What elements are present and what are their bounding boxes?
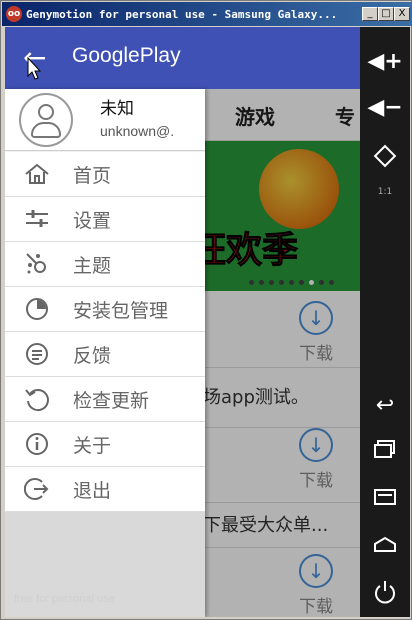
drawer-item-label: 退出 (73, 479, 112, 502)
volume-up-icon[interactable]: ◀+ (360, 49, 410, 74)
feedback-icon (19, 332, 55, 377)
app-toolbar-top: ← GooglePlay (5, 27, 360, 89)
mouse-cursor-icon (27, 57, 41, 80)
info-icon (19, 422, 55, 467)
emulator-window: oo Genymotion for personal use - Samsung… (0, 0, 412, 620)
drawer-item-exit[interactable]: 退出 (5, 467, 205, 512)
app-title: GooglePlay (72, 44, 181, 67)
window-title: Genymotion for personal use - Samsung Ga… (26, 7, 338, 21)
drawer-item-package-manager[interactable]: 安装包管理 (5, 287, 205, 332)
minimize-button[interactable]: _ (362, 7, 378, 21)
drawer-item-about[interactable]: 关于 (5, 422, 205, 467)
drawer-item-label: 设置 (73, 209, 112, 232)
maximize-button[interactable]: □ (378, 7, 394, 21)
avatar[interactable] (19, 93, 73, 147)
drawer-item-label: 首页 (73, 164, 112, 187)
scale-1-1-icon[interactable]: 1:1 (360, 187, 410, 197)
user-email: unknown@. (100, 123, 175, 139)
user-name: 未知 (100, 99, 134, 119)
back-icon[interactable]: ↩ (360, 393, 410, 418)
refresh-icon (19, 377, 55, 422)
exit-icon (19, 467, 55, 512)
close-button[interactable]: X (394, 7, 410, 21)
home-icon[interactable] (360, 535, 410, 559)
drawer-item-feedback[interactable]: 反馈 (5, 332, 205, 377)
package-icon (19, 287, 55, 332)
drawer-item-label: 关于 (73, 434, 112, 457)
device-screen: ← GooglePlay 游戏 专 狂欢季 ↓ 下载 (5, 27, 360, 617)
theme-icon (19, 242, 55, 287)
drawer-item-label: 主题 (73, 254, 112, 277)
drawer-item-label: 安装包管理 (73, 299, 169, 322)
volume-down-icon[interactable]: ◀− (360, 95, 410, 120)
drawer-item-check-update[interactable]: 检查更新 (5, 377, 205, 422)
rotate-icon[interactable] (360, 143, 410, 173)
genymotion-icon: oo (6, 6, 22, 22)
drawer-item-label: 反馈 (73, 344, 112, 367)
drawer-item-theme[interactable]: 主题 (5, 242, 205, 287)
avatar-body-icon (31, 122, 61, 138)
drawer-header[interactable]: 未知 unknown@. (5, 89, 205, 151)
drawer-item-home[interactable]: 首页 (5, 152, 205, 197)
settings-sliders-icon (19, 197, 55, 242)
emulator-controls: ◀+ ◀− 1:1 ↩ (360, 27, 410, 617)
menu-icon[interactable] (360, 487, 410, 511)
recent-apps-icon[interactable] (360, 439, 410, 463)
navigation-drawer: 未知 unknown@. 首页 设置 主题 安装包管理 反馈 检查更新 关于 退… (5, 89, 205, 617)
drawer-item-settings[interactable]: 设置 (5, 197, 205, 242)
home-icon (19, 152, 55, 197)
avatar-head-icon (38, 104, 54, 120)
drawer-item-label: 检查更新 (73, 389, 150, 412)
watermark: free for personal use (14, 593, 115, 605)
window-titlebar[interactable]: oo Genymotion for personal use - Samsung… (2, 2, 412, 26)
power-icon[interactable] (360, 579, 410, 609)
